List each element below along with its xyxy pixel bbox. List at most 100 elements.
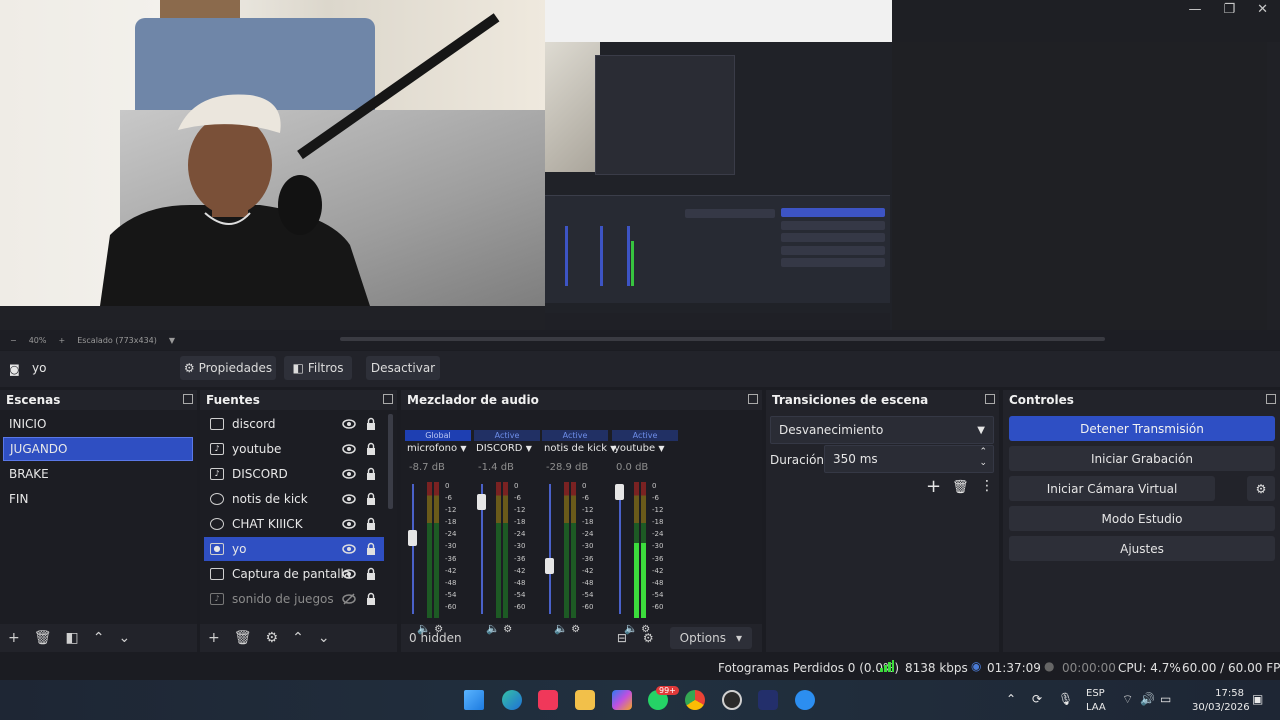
eye-icon[interactable] (342, 517, 356, 531)
lock-icon[interactable] (366, 592, 376, 605)
volume-fader-handle[interactable] (477, 493, 486, 510)
start-recording-button[interactable]: Iniciar Grabación (1009, 446, 1275, 471)
layout-icon[interactable]: ⊟ (617, 631, 627, 645)
eye-icon[interactable] (342, 492, 356, 506)
move-down-icon[interactable]: ⌄ (118, 630, 130, 646)
scene-item-fin[interactable]: FIN (3, 487, 193, 511)
advanced-audio-icon[interactable]: ⚙ (643, 631, 654, 645)
preview-canvas[interactable]: — ❐ ✕ (0, 0, 1280, 330)
channel-name[interactable]: notis de kick ▼ (544, 443, 616, 454)
sync-icon[interactable]: ⟳ (1032, 692, 1042, 706)
zoom-in-button[interactable]: + (58, 336, 65, 345)
source-item-yo[interactable]: ● yo (204, 537, 384, 561)
volume-fader-track[interactable] (549, 484, 551, 614)
obs-icon[interactable] (722, 690, 742, 710)
undock-icon[interactable] (1266, 394, 1276, 404)
add-scene-icon[interactable]: + (8, 630, 20, 646)
stop-stream-button[interactable]: Detener Transmisión (1009, 416, 1275, 441)
move-down-icon[interactable]: ⌄ (318, 630, 330, 646)
source-item-discord-audio[interactable]: ♪ DISCORD (204, 462, 384, 486)
lock-icon[interactable] (366, 442, 376, 455)
scene-item-brake[interactable]: BRAKE (3, 462, 193, 486)
channel-name[interactable]: microfono ▼ (407, 443, 466, 454)
chevron-down-icon[interactable]: ▼ (658, 444, 664, 453)
undock-icon[interactable] (748, 394, 758, 404)
zoom-out-button[interactable]: − (10, 336, 17, 345)
options-button[interactable]: Options ▾ (669, 627, 752, 649)
notification-icon[interactable]: ▣ (1252, 692, 1263, 706)
source-item-chat-kiiick[interactable]: CHAT KIIICK (204, 512, 384, 536)
edge-icon[interactable] (502, 690, 522, 710)
scene-item-inicio[interactable]: INICIO (3, 412, 193, 436)
eye-icon[interactable] (342, 542, 356, 556)
source-item-sonido-de-juegos[interactable]: ♪ sonido de juegos (204, 587, 384, 611)
windows-start-icon[interactable] (464, 690, 484, 710)
source-item-notis-de-kick[interactable]: notis de kick (204, 487, 384, 511)
undock-icon[interactable] (183, 394, 193, 404)
language-bottom[interactable]: LAA (1086, 702, 1106, 713)
scene-item-jugando[interactable]: JUGANDO (3, 437, 193, 461)
spin-arrows-icon[interactable]: ⌃ ⌄ (979, 447, 987, 469)
duration-spinbox[interactable]: 350 ms ⌃ ⌄ (824, 445, 994, 473)
minimize-icon[interactable]: — (1188, 2, 1201, 17)
filters-button[interactable]: ◧ Filtros (284, 356, 352, 380)
close-icon[interactable]: ✕ (1257, 2, 1268, 17)
chevron-down-icon[interactable]: ▼ (460, 444, 466, 453)
eye-hidden-icon[interactable] (342, 592, 356, 606)
source-settings-icon[interactable]: ⚙ (266, 630, 279, 646)
channel-name[interactable]: youtube ▼ (614, 443, 664, 454)
maximize-icon[interactable]: ❐ (1223, 2, 1235, 17)
add-transition-icon[interactable]: + (926, 476, 941, 497)
more-options-icon[interactable]: ⋮ (980, 478, 994, 494)
eye-icon[interactable] (342, 467, 356, 481)
lock-icon[interactable] (366, 467, 376, 480)
transition-select[interactable]: Desvanecimiento ▼ (770, 416, 994, 444)
microphone-icon[interactable]: 🎙 (1058, 692, 1073, 706)
volume-fader-handle[interactable] (615, 484, 624, 500)
studio-mode-button[interactable]: Modo Estudio (1009, 506, 1275, 531)
app-icon[interactable] (795, 690, 815, 710)
volume-fader-handle[interactable] (545, 558, 554, 575)
lock-icon[interactable] (366, 542, 376, 555)
language-top[interactable]: ESP (1086, 688, 1105, 699)
settings-button[interactable]: Ajustes (1009, 536, 1275, 561)
delete-scene-icon[interactable]: 🗑 (34, 630, 52, 646)
clock-date[interactable]: 30/03/2026 (1192, 702, 1250, 713)
eye-icon[interactable] (342, 442, 356, 456)
scaling-dropdown-icon[interactable]: ▼ (169, 336, 175, 345)
volume-icon[interactable]: 🔊 (1140, 692, 1155, 706)
preview-scrollbar[interactable] (340, 337, 1105, 341)
undock-icon[interactable] (985, 394, 995, 404)
volume-fader-track[interactable] (412, 484, 414, 614)
music-app-icon[interactable] (538, 690, 558, 710)
lock-icon[interactable] (366, 567, 376, 580)
eye-icon[interactable] (342, 567, 356, 581)
battery-icon[interactable]: ▭ (1160, 692, 1171, 706)
clock-time[interactable]: 17:58 (1192, 688, 1244, 699)
scene-filters-icon[interactable]: ◧ (66, 630, 79, 646)
delete-source-icon[interactable]: 🗑 (234, 630, 252, 646)
chevron-down-icon[interactable]: ▼ (526, 444, 532, 453)
move-up-icon[interactable]: ⌃ (292, 630, 304, 646)
move-up-icon[interactable]: ⌃ (93, 630, 105, 646)
source-item-captura-de-pantalla[interactable]: Captura de pantalla (204, 562, 384, 586)
source-item-discord[interactable]: discord (204, 412, 384, 436)
channel-name[interactable]: DISCORD ▼ (476, 443, 532, 454)
vscode-icon[interactable] (758, 690, 778, 710)
properties-button[interactable]: ⚙ Propiedades (180, 356, 276, 380)
chevron-up-icon[interactable]: ⌃ (1006, 692, 1016, 706)
deactivate-button[interactable]: Desactivar (366, 356, 440, 380)
lock-icon[interactable] (366, 417, 376, 430)
start-virtual-camera-button[interactable]: Iniciar Cámara Virtual (1009, 476, 1215, 501)
chrome-icon[interactable] (685, 690, 705, 710)
lock-icon[interactable] (366, 492, 376, 505)
eye-icon[interactable] (342, 417, 356, 431)
volume-fader-handle[interactable] (408, 529, 417, 546)
source-item-youtube[interactable]: ♪ youtube (204, 437, 384, 461)
add-source-icon[interactable]: + (208, 630, 220, 646)
virtual-camera-settings-button[interactable]: ⚙ (1247, 476, 1275, 501)
sources-scrollbar[interactable] (388, 414, 393, 509)
delete-transition-icon[interactable]: 🗑 (952, 480, 969, 495)
undock-icon[interactable] (383, 394, 393, 404)
volume-fader-track[interactable] (619, 484, 621, 614)
